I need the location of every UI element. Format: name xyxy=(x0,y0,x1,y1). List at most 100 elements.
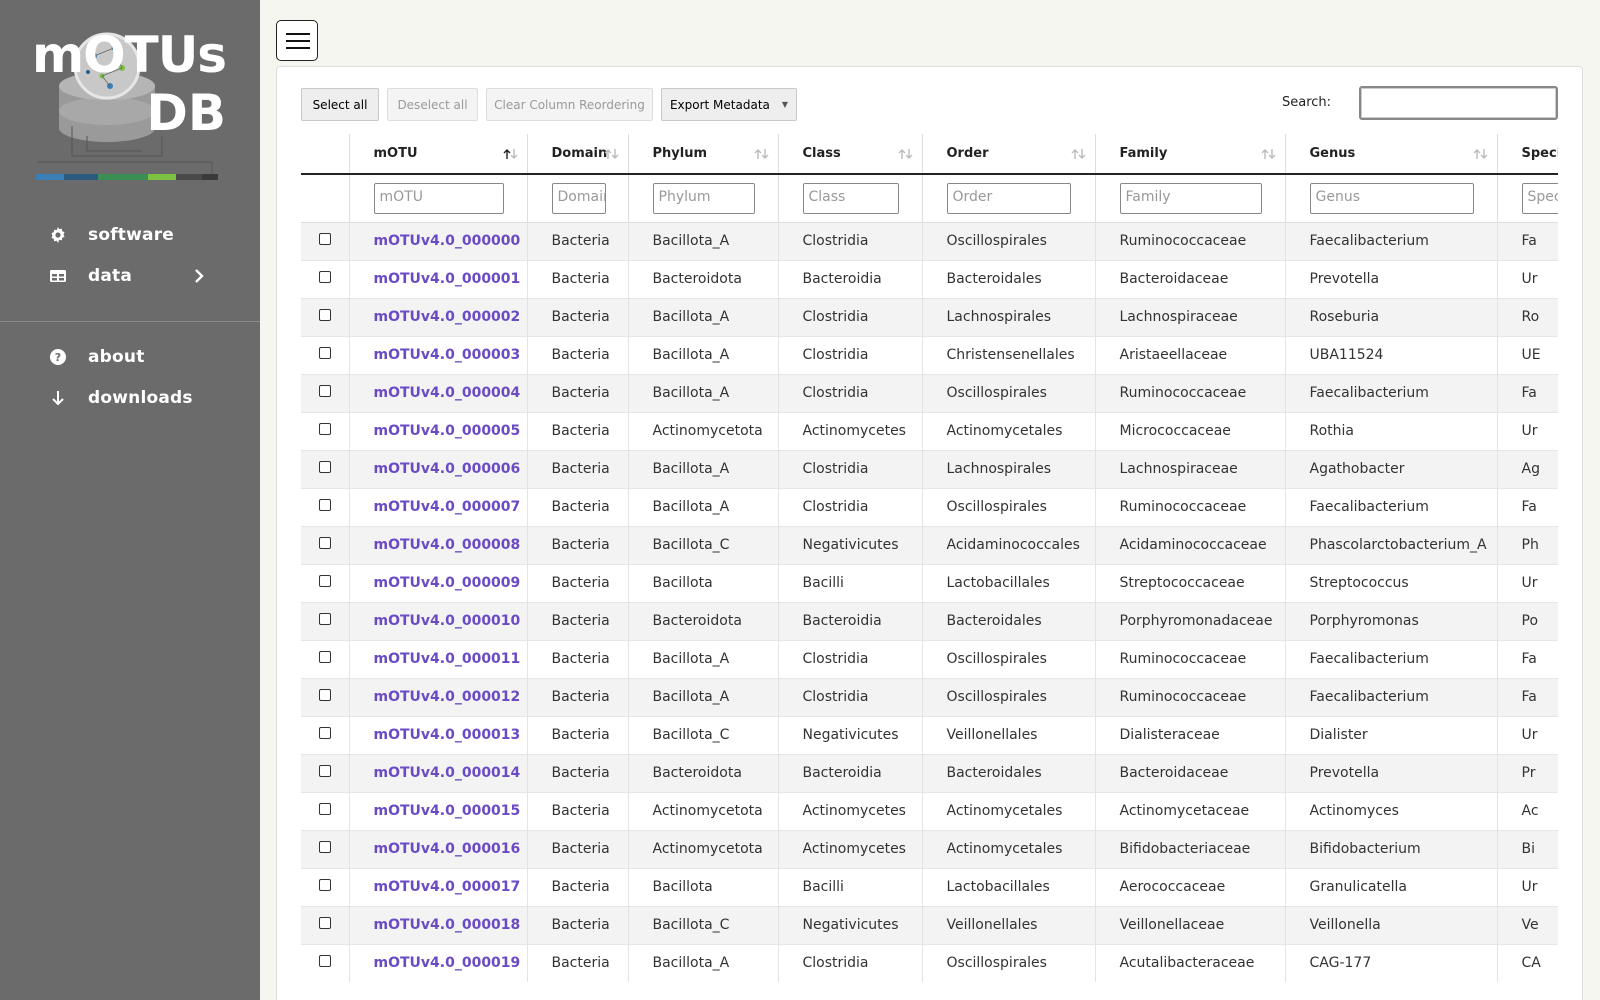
row-checkbox[interactable] xyxy=(319,233,331,245)
table-row[interactable]: mOTUv4.0_000001 Bacteria Bacteroidota Bacte… xyxy=(301,259,1558,298)
table-row[interactable]: mOTUv4.0_000010 Bacteria Bacteroidota Bacte… xyxy=(301,601,1558,640)
motu-link[interactable]: mOTUv4.0_000017 xyxy=(374,879,521,895)
table-row[interactable]: mOTUv4.0_000013 Bacteria Bacillota_C Negati… xyxy=(301,715,1558,754)
sort-ascending-icon[interactable] xyxy=(503,148,519,164)
table-row[interactable]: mOTUv4.0_000007 Bacteria Bacillota_A Clostr… xyxy=(301,487,1558,526)
filter-input-species[interactable]: Species xyxy=(1521,182,1558,214)
search-input[interactable] xyxy=(1359,86,1558,120)
table-row[interactable]: mOTUv4.0_000008 Bacteria Bacillota_C Negati… xyxy=(301,525,1558,564)
column-header-domain[interactable]: Domain xyxy=(526,134,628,175)
motu-link[interactable]: mOTUv4.0_000011 xyxy=(374,651,521,667)
cell-phylum: Bacillota_A xyxy=(627,221,778,260)
table-row[interactable]: mOTUv4.0_000009 Bacteria Bacillota Bacilli L… xyxy=(301,563,1558,602)
motus-db-logo[interactable]: mOTUs DB xyxy=(32,26,232,188)
row-checkbox[interactable] xyxy=(319,385,331,397)
motu-link[interactable]: mOTUv4.0_000003 xyxy=(374,347,521,363)
column-header-motu[interactable]: mOTU xyxy=(348,134,527,175)
table-row[interactable]: mOTUv4.0_000004 Bacteria Bacillota_A Clostr… xyxy=(301,373,1558,412)
table-row[interactable]: mOTUv4.0_000005 Bacteria Actinomycetota Act… xyxy=(301,411,1558,450)
row-checkbox[interactable] xyxy=(319,651,331,663)
table-row[interactable]: mOTUv4.0_000019 Bacteria Bacillota_A Clostr… xyxy=(301,943,1558,982)
row-checkbox[interactable] xyxy=(319,461,331,473)
row-checkbox[interactable] xyxy=(319,879,331,891)
select-all-button[interactable]: Select all xyxy=(301,88,379,121)
motu-link[interactable]: mOTUv4.0_000019 xyxy=(374,955,521,971)
row-checkbox[interactable] xyxy=(319,955,331,968)
motu-link[interactable]: mOTUv4.0_000007 xyxy=(374,499,521,515)
column-header-phylum[interactable]: Phylum xyxy=(627,134,778,175)
filter-input-domain[interactable]: Domain xyxy=(551,182,606,214)
row-checkbox[interactable] xyxy=(319,309,331,321)
row-checkbox[interactable] xyxy=(319,689,331,701)
sort-icon[interactable] xyxy=(1261,148,1277,164)
filter-input-class[interactable]: Class xyxy=(802,182,899,214)
filter-input-order[interactable]: Order xyxy=(946,182,1071,214)
filter-input-motu[interactable]: mOTU xyxy=(373,182,504,214)
column-header-genus[interactable]: Genus xyxy=(1284,134,1497,175)
cell-class: Clostridia xyxy=(777,943,922,982)
chevron-right-icon[interactable] xyxy=(192,267,206,289)
table-row[interactable]: mOTUv4.0_000000 Bacteria Bacillota_A Clostr… xyxy=(301,221,1558,260)
motu-link[interactable]: mOTUv4.0_000016 xyxy=(374,841,521,857)
motu-link[interactable]: mOTUv4.0_000015 xyxy=(374,803,521,819)
row-checkbox[interactable] xyxy=(319,499,331,511)
motu-link[interactable]: mOTUv4.0_000002 xyxy=(374,309,521,325)
table-row[interactable]: mOTUv4.0_000011 Bacteria Bacillota_A Clostr… xyxy=(301,639,1558,678)
column-header-order[interactable]: Order xyxy=(921,134,1095,175)
motu-link[interactable]: mOTUv4.0_000001 xyxy=(374,271,521,287)
table-row[interactable]: mOTUv4.0_000018 Bacteria Bacillota_C Negati… xyxy=(301,905,1558,944)
nav-item-about[interactable]: ? about xyxy=(0,337,260,377)
sort-icon[interactable] xyxy=(754,148,770,164)
row-checkbox[interactable] xyxy=(319,271,331,283)
row-checkbox[interactable] xyxy=(319,803,331,815)
nav-item-data[interactable]: data xyxy=(0,256,260,296)
motu-link[interactable]: mOTUv4.0_000000 xyxy=(374,233,521,249)
row-checkbox[interactable] xyxy=(319,575,331,587)
motu-link[interactable]: mOTUv4.0_000014 xyxy=(374,765,521,781)
cell-class: Bacteroidia xyxy=(777,753,922,792)
nav-item-downloads[interactable]: downloads xyxy=(0,378,260,418)
data-table-scroll[interactable]: mOTU Domain Phylum Class Order Family Genus Spe… xyxy=(301,134,1558,1000)
motu-link[interactable]: mOTUv4.0_000009 xyxy=(374,575,521,591)
row-checkbox[interactable] xyxy=(319,917,331,929)
motu-link[interactable]: mOTUv4.0_000018 xyxy=(374,917,521,933)
filter-input-phylum[interactable]: Phylum xyxy=(652,182,755,214)
table-row[interactable]: mOTUv4.0_000003 Bacteria Bacillota_A Clostr… xyxy=(301,335,1558,374)
table-row[interactable]: mOTUv4.0_000006 Bacteria Bacillota_A Clostr… xyxy=(301,449,1558,488)
filter-input-genus[interactable]: Genus xyxy=(1309,182,1474,214)
motu-link[interactable]: mOTUv4.0_000008 xyxy=(374,537,521,553)
sort-icon[interactable] xyxy=(604,148,620,164)
column-header-family[interactable]: Family xyxy=(1094,134,1285,175)
column-header-species[interactable]: Species xyxy=(1496,134,1558,175)
export-metadata-button[interactable]: Export Metadata ▼ xyxy=(661,88,797,121)
table-row[interactable]: mOTUv4.0_000015 Bacteria Actinomycetota Act… xyxy=(301,791,1558,830)
table-row[interactable]: mOTUv4.0_000012 Bacteria Bacillota_A Clostr… xyxy=(301,677,1558,716)
table-row[interactable]: mOTUv4.0_000002 Bacteria Bacillota_A Clostr… xyxy=(301,297,1558,336)
table-row[interactable]: mOTUv4.0_000016 Bacteria Actinomycetota Act… xyxy=(301,829,1558,868)
hamburger-menu-button[interactable] xyxy=(276,20,318,61)
motu-link[interactable]: mOTUv4.0_000013 xyxy=(374,727,521,743)
filter-input-family[interactable]: Family xyxy=(1119,182,1262,214)
row-checkbox[interactable] xyxy=(319,537,331,549)
row-checkbox[interactable] xyxy=(319,727,331,739)
row-checkbox[interactable] xyxy=(319,423,331,435)
row-checkbox[interactable] xyxy=(319,765,331,777)
sort-icon[interactable] xyxy=(1473,148,1489,164)
motu-link[interactable]: mOTUv4.0_000004 xyxy=(374,385,521,401)
table-row[interactable]: mOTUv4.0_000017 Bacteria Bacillota Bacilli L… xyxy=(301,867,1558,906)
sort-icon[interactable] xyxy=(1071,148,1087,164)
row-checkbox[interactable] xyxy=(319,613,331,625)
clear-column-reordering-button[interactable]: Clear Column Reordering xyxy=(486,88,653,121)
column-header-class[interactable]: Class xyxy=(777,134,922,175)
sort-icon[interactable] xyxy=(898,148,914,164)
nav-item-software[interactable]: software xyxy=(0,215,260,255)
table-row[interactable]: mOTUv4.0_000014 Bacteria Bacteroidota Bacte… xyxy=(301,753,1558,792)
motu-link[interactable]: mOTUv4.0_000010 xyxy=(374,613,521,629)
cell-class: Bacilli xyxy=(777,563,922,602)
deselect-all-button[interactable]: Deselect all xyxy=(387,88,478,121)
row-checkbox[interactable] xyxy=(319,841,331,853)
motu-link[interactable]: mOTUv4.0_000006 xyxy=(374,461,521,477)
row-checkbox[interactable] xyxy=(319,347,331,359)
motu-link[interactable]: mOTUv4.0_000012 xyxy=(374,689,521,705)
motu-link[interactable]: mOTUv4.0_000005 xyxy=(374,423,521,439)
